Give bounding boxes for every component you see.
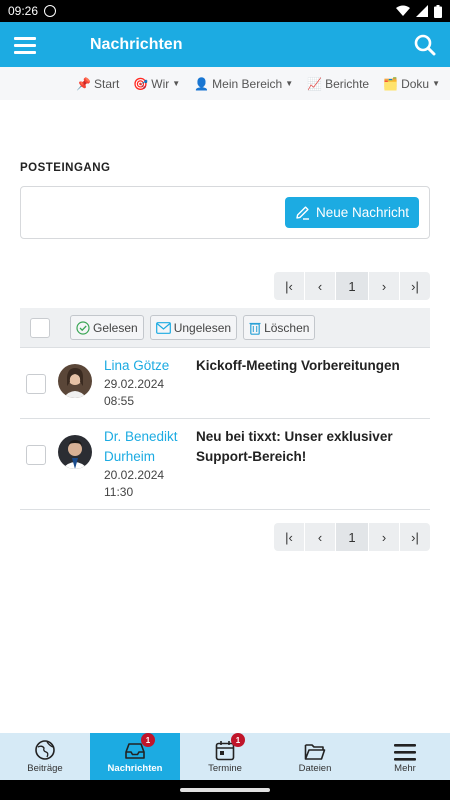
app-bar: Nachrichten xyxy=(0,22,450,67)
top-nav-emoji-icon: 🎯 xyxy=(133,76,149,91)
bottom-nav-label: Beiträge xyxy=(27,763,63,774)
signal-icon xyxy=(416,5,428,17)
check-circle-icon xyxy=(76,320,90,335)
mark-unread-label: Ungelesen xyxy=(173,320,232,335)
sender-name[interactable]: Lina Götze xyxy=(104,356,196,376)
trash-icon xyxy=(249,322,261,335)
top-nav-item-doku[interactable]: 🗂️ Doku ▼ xyxy=(383,77,440,91)
next-page-button[interactable]: › xyxy=(369,272,399,300)
top-nav-label: Wir xyxy=(151,76,170,91)
message-time: 08:55 xyxy=(104,394,135,408)
status-time: 09:26 xyxy=(8,4,39,18)
mark-unread-button[interactable]: Ungelesen xyxy=(149,315,238,340)
bottom-nav-label: Nachrichten xyxy=(107,763,163,774)
bottom-nav-label: Dateien xyxy=(298,763,332,774)
pencil-icon xyxy=(296,206,309,220)
top-nav-emoji-icon: 🗂️ xyxy=(383,76,399,91)
top-nav-emoji-icon: 📌 xyxy=(76,76,91,91)
caret-down-icon: ▼ xyxy=(285,79,294,88)
pagination-bottom: |‹ ‹ 1 › ›| xyxy=(20,523,430,551)
hamburger-menu-icon[interactable] xyxy=(12,32,38,58)
delete-button[interactable]: Löschen xyxy=(243,315,316,340)
envelope-icon xyxy=(155,321,171,334)
top-nav-label: Berichte xyxy=(325,76,370,91)
bottom-nav-beitraege[interactable]: Beiträge xyxy=(0,733,90,780)
delete-label: Löschen xyxy=(264,320,310,335)
message-subject[interactable]: Kickoff-Meeting Vorbereitungen xyxy=(196,356,424,376)
battery-icon xyxy=(434,4,442,18)
wifi-icon xyxy=(396,5,410,16)
bottom-nav-mehr[interactable]: Mehr xyxy=(360,733,450,780)
top-nav-item-mein-bereich[interactable]: 👤 Mein Bereich ▼ xyxy=(194,77,293,91)
compose-panel: Neue Nachricht xyxy=(20,186,430,239)
pagination-top: |‹ ‹ 1 › ›| xyxy=(20,272,430,300)
folder-icon xyxy=(304,744,326,760)
bottom-nav-nachrichten[interactable]: 1 Nachrichten xyxy=(90,733,180,780)
current-page[interactable]: 1 xyxy=(336,272,368,300)
bottom-nav-label: Mehr xyxy=(394,763,416,774)
current-page[interactable]: 1 xyxy=(336,523,368,551)
notification-badge: 1 xyxy=(141,733,155,747)
notification-icon xyxy=(44,5,57,17)
message-row[interactable]: Dr. Benedikt Durheim 20.02.2024 11:30 Ne… xyxy=(20,419,430,510)
caret-down-icon: ▼ xyxy=(432,79,440,88)
status-bar: 09:26 xyxy=(0,0,450,22)
last-page-button[interactable]: ›| xyxy=(400,523,430,551)
bottom-nav-dateien[interactable]: Dateien xyxy=(270,733,360,780)
first-page-button[interactable]: |‹ xyxy=(274,523,304,551)
message-checkbox[interactable] xyxy=(26,374,46,394)
top-nav-item-start[interactable]: 📌 Start xyxy=(76,77,119,91)
message-date: 29.02.2024 xyxy=(104,377,165,391)
top-navigation: 📌 Start 🎯 Wir ▼ 👤 Mein Bereich ▼ 📈 Berichte 🗂️ Doku… xyxy=(0,67,450,100)
new-message-label: Neue Nachricht xyxy=(315,205,409,220)
top-nav-label: Mein Bereich xyxy=(212,76,283,91)
previous-page-button[interactable]: ‹ xyxy=(305,523,335,551)
avatar xyxy=(58,364,92,398)
home-indicator[interactable] xyxy=(180,788,270,792)
message-time: 11:30 xyxy=(104,485,134,499)
system-navigation-bar xyxy=(0,780,450,800)
inbox-title: POSTEINGANG xyxy=(20,162,111,174)
bottom-nav-termine[interactable]: 1 Termine xyxy=(180,733,270,780)
top-nav-item-berichte[interactable]: 📈 Berichte xyxy=(307,77,369,91)
previous-page-button[interactable]: ‹ xyxy=(305,272,335,300)
notification-badge: 1 xyxy=(231,733,245,747)
mark-read-button[interactable]: Gelesen xyxy=(70,315,144,340)
last-page-button[interactable]: ›| xyxy=(400,272,430,300)
message-checkbox[interactable] xyxy=(26,445,46,465)
top-nav-label: Start xyxy=(94,76,120,91)
top-nav-emoji-icon: 👤 xyxy=(194,76,210,91)
new-message-button[interactable]: Neue Nachricht xyxy=(284,197,419,228)
message-row[interactable]: Lina Götze 29.02.2024 08:55 Kickoff-Meet… xyxy=(20,348,430,419)
caret-down-icon: ▼ xyxy=(172,79,181,88)
page-title: Nachrichten xyxy=(90,35,183,53)
message-date: 20.02.2024 xyxy=(104,468,165,482)
message-toolbar: Gelesen Ungelesen Löschen xyxy=(20,308,430,348)
menu-icon xyxy=(394,744,416,761)
top-nav-label: Doku xyxy=(401,76,430,91)
globe-icon xyxy=(35,740,55,760)
bottom-nav-label: Termine xyxy=(208,763,242,774)
select-all-checkbox[interactable] xyxy=(30,317,50,338)
top-nav-emoji-icon: 📈 xyxy=(307,76,323,91)
mark-read-label: Gelesen xyxy=(93,320,138,335)
message-subject[interactable]: Neu bei tixxt: Unser exklusiver Support-… xyxy=(196,427,424,467)
top-nav-item-wir[interactable]: 🎯 Wir ▼ xyxy=(133,77,180,91)
sender-name[interactable]: Dr. Benedikt Durheim xyxy=(104,427,196,467)
first-page-button[interactable]: |‹ xyxy=(274,272,304,300)
bottom-navigation: Beiträge 1 Nachrichten 1 Termine Dateien… xyxy=(0,733,450,780)
search-icon[interactable] xyxy=(412,32,438,58)
avatar xyxy=(58,435,92,469)
next-page-button[interactable]: › xyxy=(369,523,399,551)
